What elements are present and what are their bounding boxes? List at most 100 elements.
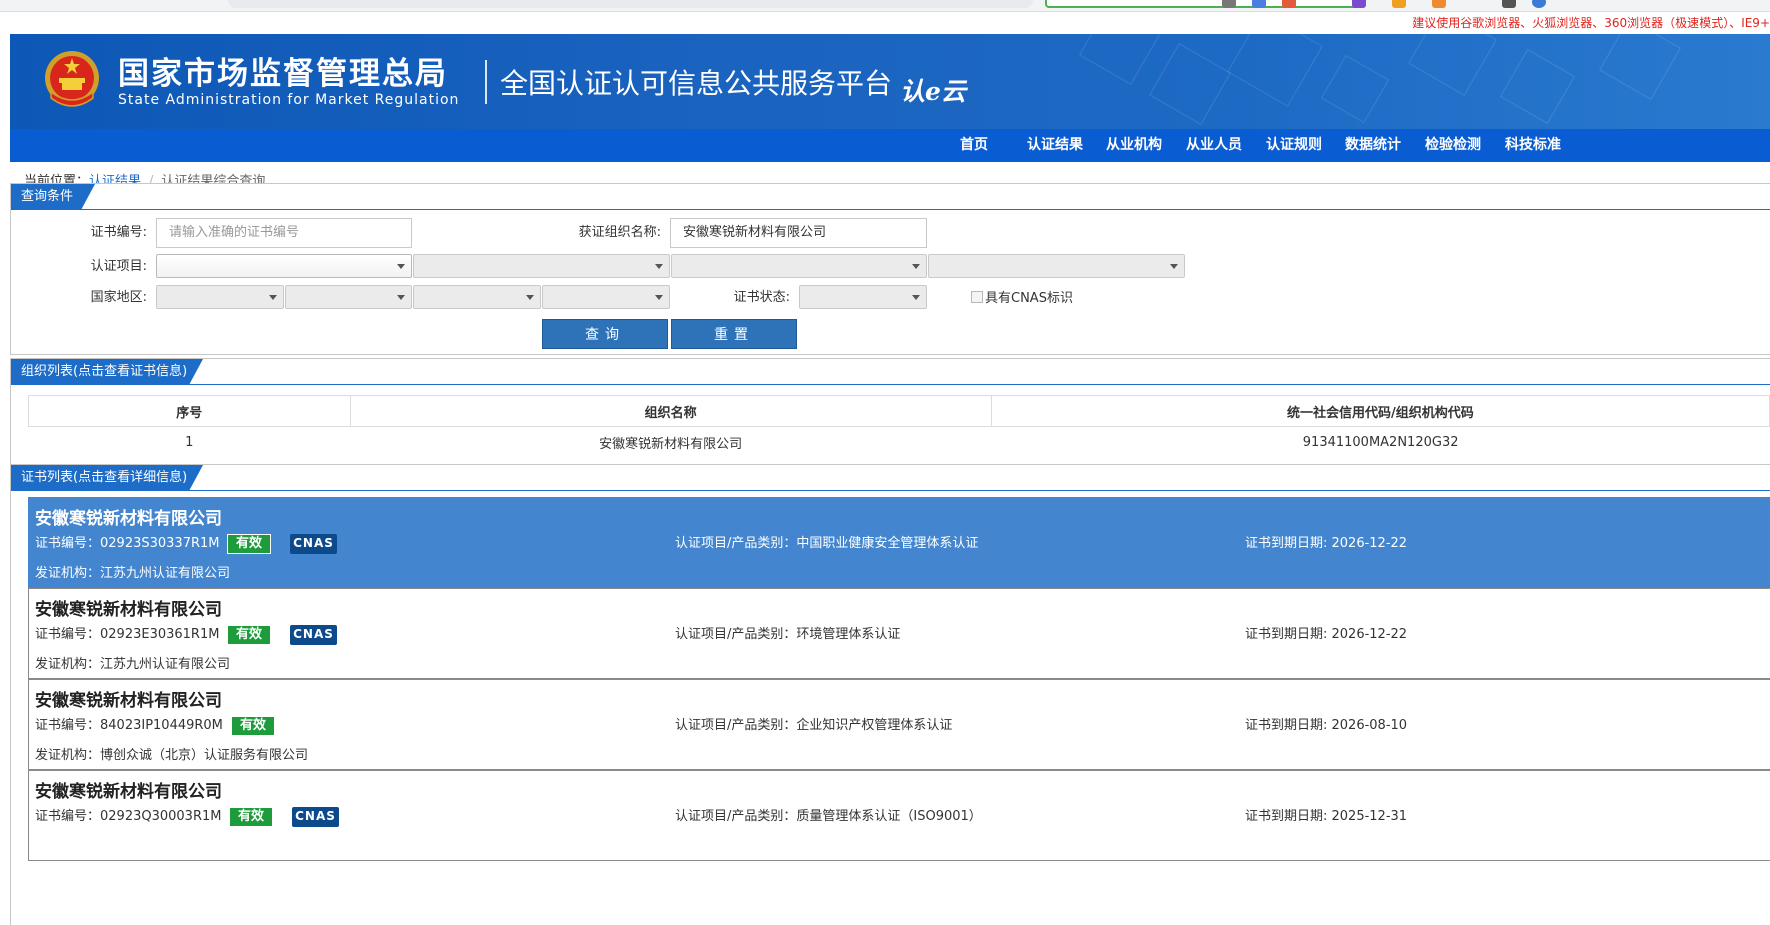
- row-index: 1: [28, 426, 351, 458]
- cert-no-input[interactable]: 请输入准确的证书编号: [156, 218, 412, 248]
- cert-project: 认证项目/产品类别：企业知识产权管理体系认证: [675, 718, 953, 733]
- cert-card[interactable]: 安徽寒锐新材料有限公司 证书编号：02923E30361R1M 有效 CNAS …: [28, 588, 1770, 679]
- panel-rule: [11, 384, 1770, 385]
- cert-org-name: 安徽寒锐新材料有限公司: [35, 782, 222, 802]
- nav-rules[interactable]: 认证规则: [1266, 129, 1322, 162]
- address-bar[interactable]: [228, 0, 1033, 8]
- query-panel: 查询条件 证书编号: 请输入准确的证书编号 获证组织名称: 安徽寒锐新材料有限公…: [10, 183, 1770, 355]
- extension-icon[interactable]: [1252, 0, 1266, 8]
- region-select-4[interactable]: [542, 285, 670, 309]
- extension-icon[interactable]: [1222, 0, 1236, 8]
- cnas-filter[interactable]: 具有CNAS标识: [971, 289, 1073, 309]
- extension-icon[interactable]: [1502, 0, 1516, 8]
- project-select-1[interactable]: [156, 254, 412, 278]
- org-list-tab: 组织列表(点击查看证书信息): [11, 359, 203, 385]
- cnas-badge: CNAS: [290, 625, 337, 645]
- browser-toolbar: [0, 0, 1770, 12]
- org-list-panel: 组织列表(点击查看证书信息) 序号 组织名称 统一社会信用代码/组织机构代码 1…: [10, 358, 1770, 468]
- agency-name: 国家市场监督管理总局: [118, 56, 448, 92]
- extension-icon[interactable]: [1532, 0, 1546, 8]
- org-table-header: 序号 组织名称 统一社会信用代码/组织机构代码: [28, 395, 1770, 427]
- region-select-1[interactable]: [156, 285, 284, 309]
- cert-org-name: 安徽寒锐新材料有限公司: [35, 691, 222, 711]
- project-select-4[interactable]: [928, 254, 1185, 278]
- project-select-2[interactable]: [413, 254, 670, 278]
- cert-number: 证书编号：84023IP10449R0M: [35, 718, 223, 733]
- nav-inspection[interactable]: 检验检测: [1425, 129, 1481, 162]
- cert-list-panel: 证书列表(点击查看详细信息) 安徽寒锐新材料有限公司 证书编号：02923S30…: [10, 464, 1770, 925]
- cnas-checkbox[interactable]: [971, 291, 983, 303]
- extension-icon[interactable]: [1432, 0, 1446, 8]
- nav-standards[interactable]: 科技标准: [1505, 129, 1561, 162]
- chevron-down-icon: [1170, 264, 1178, 269]
- reset-button[interactable]: 重置: [671, 319, 797, 349]
- table-row[interactable]: 1 安徽寒锐新材料有限公司 91341100MA2N120G32: [28, 426, 1770, 458]
- cert-number: 证书编号：02923E30361R1M: [35, 627, 220, 642]
- cert-no-label: 证书编号:: [90, 225, 147, 240]
- column-header: 统一社会信用代码/组织机构代码: [990, 395, 1770, 427]
- cert-org-name: 安徽寒锐新材料有限公司: [35, 600, 222, 620]
- cert-list-tab: 证书列表(点击查看详细信息): [11, 465, 203, 491]
- org-name-input[interactable]: 安徽寒锐新材料有限公司: [670, 218, 927, 248]
- nav-cert-results[interactable]: 认证结果: [1027, 129, 1083, 162]
- cert-issuer: 发证机构：博创众诚（北京）认证服务有限公司: [35, 748, 309, 763]
- extension-icon[interactable]: [1392, 0, 1406, 8]
- org-table: 序号 组织名称 统一社会信用代码/组织机构代码 1 安徽寒锐新材料有限公司 91…: [28, 395, 1770, 458]
- region-select-2[interactable]: [285, 285, 412, 309]
- nav-institutions[interactable]: 从业机构: [1106, 129, 1162, 162]
- region-select-3[interactable]: [413, 285, 541, 309]
- chevron-down-icon: [912, 264, 920, 269]
- platform-logo: 认e云: [900, 77, 966, 106]
- cert-card[interactable]: 安徽寒锐新材料有限公司 证书编号：02923Q30003R1M 有效 CNAS …: [28, 770, 1770, 861]
- browser-recommendation-notice: 建议使用谷歌浏览器、火狐浏览器、360浏览器（极速模式）、IE9+: [1412, 16, 1770, 30]
- cert-expiry: 证书到期日期: 2026-08-10: [1245, 718, 1408, 733]
- browser-search-box[interactable]: [1045, 0, 1363, 8]
- nav-statistics[interactable]: 数据统计: [1345, 129, 1401, 162]
- status-badge: 有效: [227, 625, 271, 645]
- nav-personnel[interactable]: 从业人员: [1186, 129, 1242, 162]
- project-label: 认证项目:: [90, 259, 147, 274]
- status-label: 证书状态:: [733, 290, 790, 305]
- org-name-cell[interactable]: 安徽寒锐新材料有限公司: [349, 426, 992, 458]
- cert-org-name: 安徽寒锐新材料有限公司: [35, 509, 222, 529]
- extension-icon[interactable]: [1352, 0, 1366, 8]
- chevron-down-icon: [526, 295, 534, 300]
- cert-card[interactable]: 安徽寒锐新材料有限公司 证书编号：02923S30337R1M 有效 CNAS …: [28, 497, 1770, 588]
- chevron-down-icon: [397, 295, 405, 300]
- cnas-badge: CNAS: [292, 807, 339, 827]
- cert-card[interactable]: 安徽寒锐新材料有限公司 证书编号：84023IP10449R0M 有效 认证项目…: [28, 679, 1770, 770]
- header-divider: [485, 60, 487, 104]
- credit-code-cell: 91341100MA2N120G32: [990, 426, 1770, 458]
- chevron-down-icon: [655, 264, 663, 269]
- national-emblem-icon: [45, 51, 99, 107]
- cert-issuer: 发证机构：江苏九州认证有限公司: [35, 657, 231, 672]
- cert-number: 证书编号：02923S30337R1M: [35, 536, 220, 551]
- header-banner: 国家市场监督管理总局 State Administration for Mark…: [10, 34, 1770, 129]
- status-badge: 有效: [229, 807, 273, 827]
- status-select[interactable]: [799, 285, 927, 309]
- panel-rule: [11, 490, 1770, 491]
- status-badge: 有效: [227, 534, 271, 554]
- extension-icon[interactable]: [1282, 0, 1296, 8]
- cert-number: 证书编号：02923Q30003R1M: [35, 809, 222, 824]
- chevron-down-icon: [912, 295, 920, 300]
- chevron-down-icon: [655, 295, 663, 300]
- chevron-down-icon: [397, 264, 405, 269]
- column-header: 组织名称: [349, 395, 992, 427]
- panel-rule: [11, 209, 1770, 210]
- chevron-down-icon: [269, 295, 277, 300]
- cert-expiry: 证书到期日期: 2026-12-22: [1245, 536, 1408, 551]
- cert-expiry: 证书到期日期: 2026-12-22: [1245, 627, 1408, 642]
- query-panel-tab: 查询条件: [11, 184, 95, 210]
- search-button[interactable]: 查询: [542, 319, 668, 349]
- cnas-badge: CNAS: [290, 534, 337, 554]
- cert-project: 认证项目/产品类别：质量管理体系认证（ISO9001）: [675, 809, 982, 824]
- main-nav: 首页 认证结果 从业机构 从业人员 认证规则 数据统计 检验检测 科技标准: [10, 129, 1770, 162]
- cert-project: 认证项目/产品类别：中国职业健康安全管理体系认证: [675, 536, 979, 551]
- status-badge: 有效: [231, 716, 275, 736]
- page: 建议使用谷歌浏览器、火狐浏览器、360浏览器（极速模式）、IE9+ 国家市场监督…: [10, 12, 1770, 925]
- project-select-3[interactable]: [671, 254, 927, 278]
- nav-home[interactable]: 首页: [960, 129, 988, 162]
- cnas-checkbox-label: 具有CNAS标识: [985, 291, 1073, 306]
- region-label: 国家地区:: [90, 290, 147, 305]
